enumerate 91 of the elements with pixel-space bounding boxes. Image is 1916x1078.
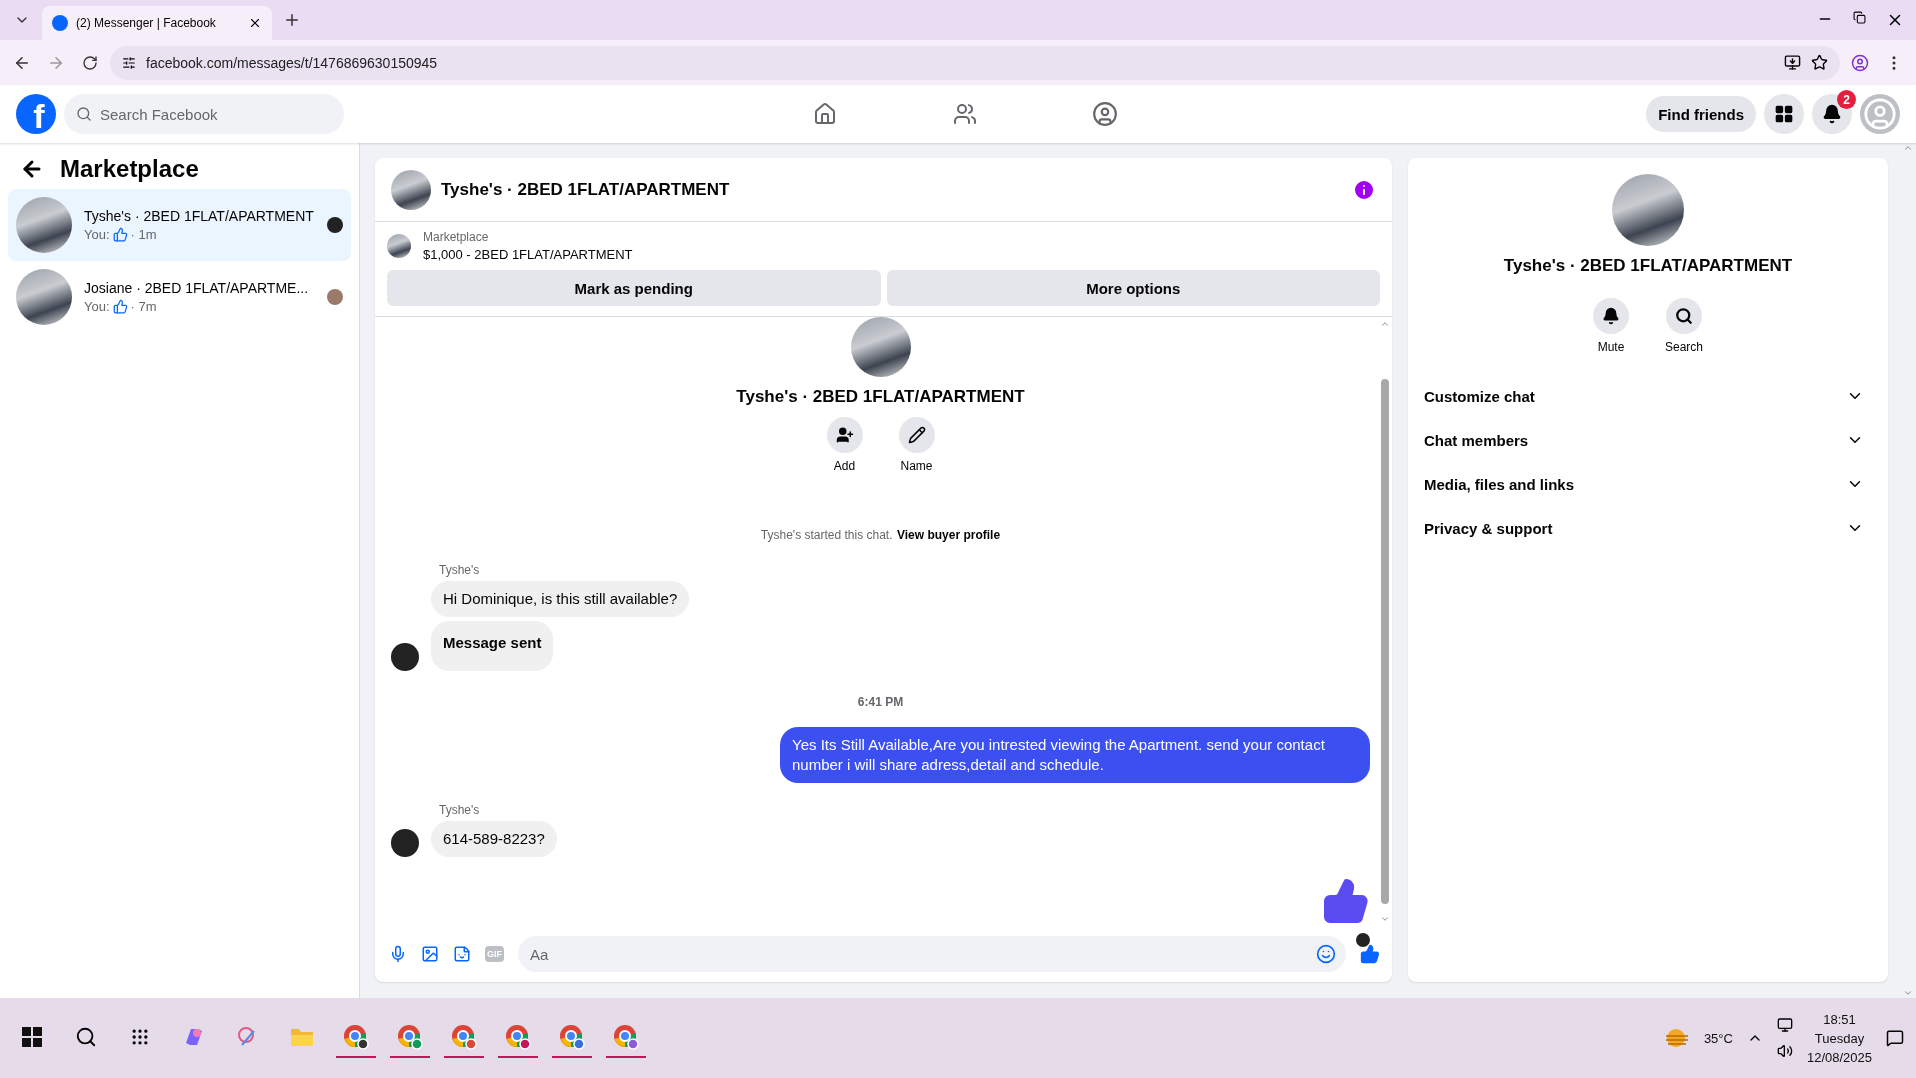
round-button[interactable]: [826, 417, 863, 453]
conversation-title: Tyshe's · 2BED 1FLAT/APARTMENT: [84, 208, 315, 224]
bookmark-star-icon[interactable]: [1811, 54, 1828, 71]
pencil-icon: [907, 426, 926, 444]
section-header[interactable]: Customize chat: [1424, 374, 1872, 418]
message-field[interactable]: Aa: [518, 936, 1346, 972]
message-bubble: Hi Dominique, is this still available?: [431, 581, 690, 617]
details-title: Tyshe's · 2BED 1FLAT/APARTMENT: [1503, 256, 1793, 276]
section-header[interactable]: Privacy & support: [1424, 506, 1872, 550]
thumbs-up-icon: [112, 299, 128, 314]
conversation-title: Josiane · 2BED 1FLAT/APARTME...: [84, 280, 310, 296]
search-icon: [1675, 307, 1693, 325]
thumbs-up-icon: [112, 227, 128, 242]
temperature-text: 35°C: [1703, 1030, 1733, 1046]
profile-icon[interactable]: [1851, 53, 1869, 72]
time-text: · 7m: [130, 299, 157, 314]
message-bubble: Yes Its Still Available,Are you intrested viewing the Apartment. send your contact number i will share adress,detail and schedule.: [780, 727, 1370, 783]
message-bubble: 614-589-8223?: [431, 821, 557, 857]
round-button[interactable]: [898, 417, 935, 453]
search-icon[interactable]: [75, 1026, 97, 1048]
new-tab-icon[interactable]: [283, 11, 301, 29]
browser-app-icon[interactable]: [505, 1024, 531, 1050]
emoji-icon[interactable]: [1316, 944, 1336, 964]
listing-title: $1,000 - 2BED 1FLAT/APARTMENT: [423, 247, 633, 262]
clock-date: 12/08/2025: [1806, 1049, 1872, 1065]
find-friends-button[interactable]: Find friends: [1646, 96, 1756, 132]
address-bar[interactable]: facebook.com/messages/t/1476869630150945: [110, 45, 1840, 80]
search-field[interactable]: Search Facebook: [64, 94, 344, 134]
section-header[interactable]: Media, files and links: [1424, 462, 1872, 506]
conversation-item[interactable]: Josiane · 2BED 1FLAT/APARTME... You: · 7m: [8, 261, 351, 333]
notification-badge: 2: [1837, 90, 1856, 109]
action-button[interactable]: More options: [886, 270, 1380, 306]
weather-icon: [1663, 1027, 1690, 1049]
seen-avatar: [1356, 933, 1370, 947]
logo[interactable]: f: [16, 94, 56, 134]
people-icon[interactable]: [953, 102, 978, 126]
browser-app-icon[interactable]: [343, 1024, 369, 1050]
task-view-icon[interactable]: [130, 1027, 150, 1047]
photo-placeholder: [387, 234, 411, 258]
notification-center-icon[interactable]: [1886, 1029, 1904, 1047]
buyer-profile-link[interactable]: View buyer profile: [897, 528, 1001, 542]
clock-day: Tuesday: [1814, 1030, 1865, 1046]
sidebar-title: Marketplace: [60, 155, 199, 183]
seen-avatar: [327, 217, 343, 233]
button-label: Add: [833, 459, 856, 473]
install-app-icon[interactable]: [1784, 54, 1801, 71]
time-text: · 1m: [130, 227, 157, 242]
speaker-icon[interactable]: [1776, 1043, 1793, 1059]
button-label: Mute: [1597, 340, 1625, 354]
image-icon[interactable]: [421, 945, 439, 963]
clock-time: 18:51: [1823, 1011, 1856, 1027]
photo-placeholder: [391, 169, 431, 210]
listing-label: Marketplace: [423, 230, 490, 244]
preview-text: You:: [84, 227, 110, 242]
restore-icon[interactable]: [1853, 11, 1866, 24]
sender-name: Tyshe's: [439, 803, 481, 817]
section-header[interactable]: Chat members: [1424, 418, 1872, 462]
bell-icon: [1602, 307, 1620, 325]
display-icon[interactable]: [1776, 1017, 1793, 1033]
person-circle-icon[interactable]: [1092, 101, 1119, 127]
sticker-icon[interactable]: [453, 945, 471, 963]
thumbs-up-icon: [1322, 877, 1370, 925]
round-button[interactable]: [1593, 298, 1629, 334]
search-icon: [76, 106, 92, 122]
intro-title: Tyshe's · 2BED 1FLAT/APARTMENT: [736, 387, 1025, 407]
round-button[interactable]: [1666, 298, 1702, 334]
conversation-item[interactable]: Tyshe's · 2BED 1FLAT/APARTMENT You: · 1m: [8, 189, 351, 261]
message-bubble: Message sent: [431, 621, 554, 671]
home-icon[interactable]: [813, 102, 838, 126]
chat-title: Tyshe's · 2BED 1FLAT/APARTMENT: [441, 179, 731, 200]
chat-started-text: Tyshe's started this chat.: [760, 528, 893, 542]
close-tab-icon[interactable]: [248, 16, 262, 30]
thumbs-up-icon[interactable]: [1360, 944, 1380, 964]
photo-placeholder: [16, 197, 72, 253]
menu-grid-icon[interactable]: [1774, 104, 1794, 124]
site-favicon-icon: [52, 15, 68, 31]
photo-placeholder: [16, 269, 72, 325]
windows-start-icon[interactable]: [22, 1027, 42, 1047]
seen-avatar: [327, 289, 343, 305]
preview-text: You:: [84, 299, 110, 314]
button-label: Name: [900, 459, 933, 473]
site-info-icon[interactable]: [122, 55, 136, 70]
timestamp: 6:41 PM: [857, 695, 904, 709]
notifications-icon[interactable]: [1822, 104, 1842, 124]
action-button[interactable]: Mark as pending: [387, 270, 881, 306]
browser-tab[interactable]: (2) Messenger | Facebook: [42, 6, 272, 40]
add-person-icon: [835, 426, 854, 444]
sender-name: Tyshe's: [439, 563, 481, 577]
reload-icon[interactable]: [82, 54, 98, 71]
microphone-icon[interactable]: [389, 945, 407, 963]
button-label: Search: [1665, 340, 1703, 354]
